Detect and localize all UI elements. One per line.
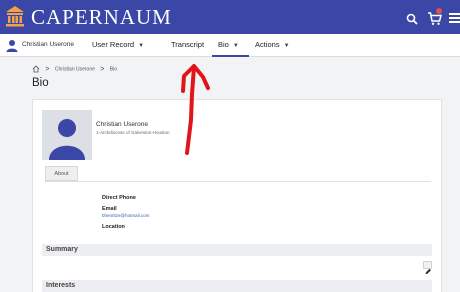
email-value[interactable]: bhenritze@hotmail.com xyxy=(102,213,149,218)
edit-summary-button[interactable] xyxy=(423,261,432,274)
direct-phone-label: Direct Phone xyxy=(102,195,136,201)
breadcrumb-current: Bio xyxy=(109,66,118,73)
nav-user-name[interactable]: Christian Userone xyxy=(22,41,74,48)
avatar xyxy=(42,110,92,160)
nav-actions[interactable]: Actions ▼ xyxy=(255,40,290,49)
pencil-icon xyxy=(425,268,431,274)
user-icon xyxy=(6,40,18,52)
nav-user-record-label: User Record xyxy=(92,40,135,49)
breadcrumb: > Christian Userone > Bio xyxy=(32,65,117,73)
chevron-right-icon: > xyxy=(100,65,105,73)
nav-active-indicator xyxy=(212,55,249,57)
caret-down-icon: ▼ xyxy=(232,43,239,49)
hamburger-menu-icon[interactable] xyxy=(449,13,460,23)
chevron-right-icon: > xyxy=(45,65,50,73)
search-icon[interactable] xyxy=(406,13,418,25)
email-label: Email xyxy=(102,206,117,212)
cart-badge xyxy=(436,8,442,14)
interests-title: Interests xyxy=(46,282,76,289)
building-columns-icon[interactable] xyxy=(5,5,25,27)
page-title: Bio xyxy=(32,77,49,89)
red-arrow-annotation xyxy=(181,64,210,155)
tab-divider xyxy=(45,181,431,182)
tab-about[interactable]: About xyxy=(45,166,78,181)
interests-section-header xyxy=(42,280,432,292)
nav-transcript-label: Transcript xyxy=(171,40,205,49)
breadcrumb-user[interactable]: Christian Userone xyxy=(55,66,95,72)
app-header: CAPERNAUM xyxy=(0,0,460,34)
nav-bio[interactable]: Bio ▼ xyxy=(218,40,239,49)
user-avatar-icon xyxy=(49,119,85,160)
location-label: Location xyxy=(102,224,125,230)
caret-down-icon: ▼ xyxy=(283,43,290,49)
user-nav-bar: Christian Userone User Record ▼ Transcrip… xyxy=(0,34,460,57)
bio-card xyxy=(32,99,442,292)
caret-down-icon: ▼ xyxy=(138,43,145,49)
nav-actions-label: Actions xyxy=(255,40,280,49)
summary-title: Summary xyxy=(46,246,78,253)
profile-organization: 1-Archdiocese of Galveston-Houston xyxy=(96,130,170,135)
profile-name: Christian Userone xyxy=(96,121,149,128)
nav-user-record[interactable]: User Record ▼ xyxy=(92,40,144,49)
nav-bio-label: Bio xyxy=(218,40,229,49)
nav-transcript[interactable]: Transcript xyxy=(171,40,204,49)
home-icon[interactable] xyxy=(32,65,40,73)
summary-section-header xyxy=(42,244,432,256)
brand-name[interactable]: CAPERNAUM xyxy=(31,5,172,30)
